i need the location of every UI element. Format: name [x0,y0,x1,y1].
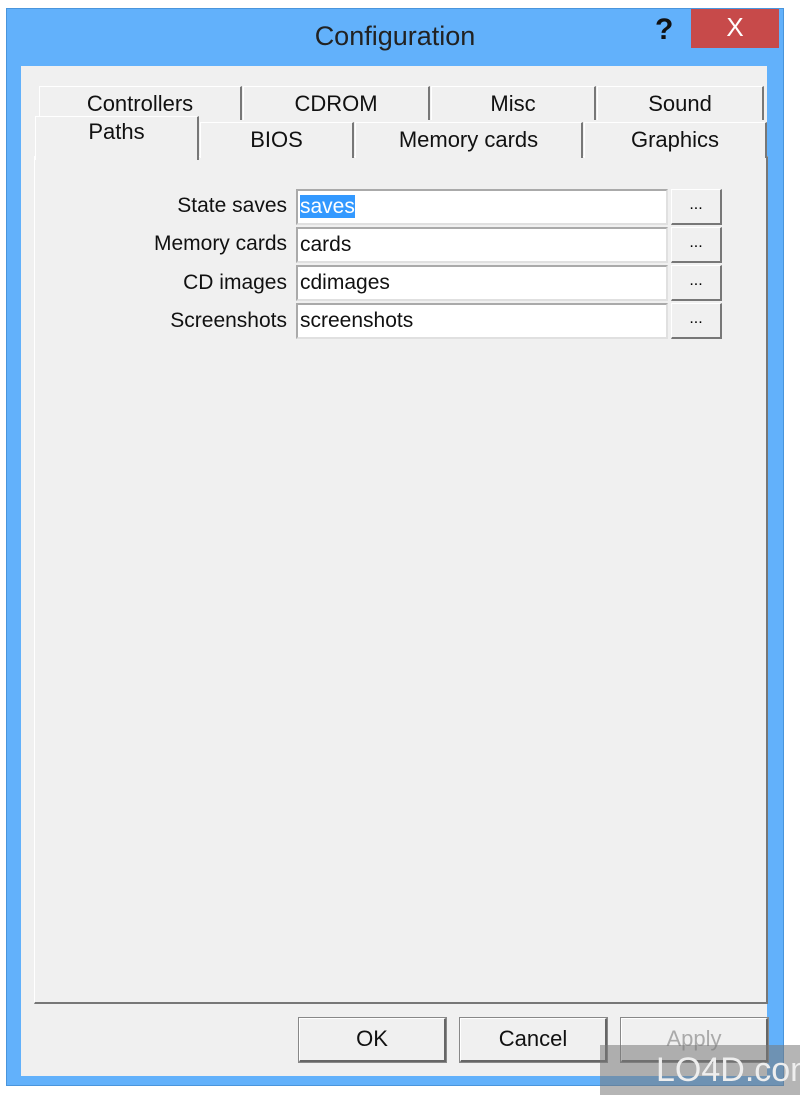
cd-images-browse-button[interactable]: ... [671,265,722,301]
cd-images-input[interactable]: cdimages [296,265,668,301]
screenshots-label: Screenshots [170,309,287,332]
tab-memory-cards[interactable]: Memory cards [355,122,583,158]
memory-cards-label: Memory cards [153,232,287,255]
state-saves-label: State saves [177,194,287,217]
tab-misc[interactable]: Misc [431,86,596,120]
memory-cards-browse-button[interactable]: ... [671,227,722,263]
ok-button[interactable]: OK [298,1017,447,1063]
state-saves-value: saves [300,195,355,218]
state-saves-browse-button[interactable]: ... [671,189,722,225]
cd-images-label: CD images [183,271,287,294]
cancel-button[interactable]: Cancel [459,1017,608,1063]
screenshots-browse-button[interactable]: ... [671,303,722,339]
tab-paths[interactable]: Paths [35,116,199,160]
configuration-window: Configuration ? X Controllers CDROM Misc… [6,8,784,1086]
state-saves-input[interactable]: saves [296,189,668,225]
screenshots-input[interactable]: screenshots [296,303,668,339]
tab-controllers[interactable]: Controllers [39,86,242,120]
client-area: Controllers CDROM Misc Sound BIOS Memory… [21,66,769,1076]
lo4d-watermark: LO4D.com [600,1045,800,1095]
tab-cdrom[interactable]: CDROM [243,86,430,120]
tab-graphics[interactable]: Graphics [584,122,767,158]
close-button[interactable]: X [691,9,779,48]
tab-sound[interactable]: Sound [597,86,764,120]
tab-bios[interactable]: BIOS [200,122,354,158]
help-button[interactable]: ? [655,13,673,47]
memory-cards-input[interactable]: cards [296,227,668,263]
